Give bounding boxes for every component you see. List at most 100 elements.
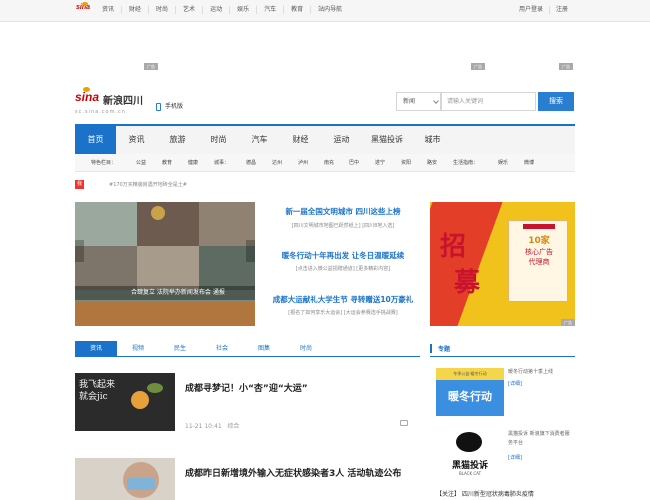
ad-tag[interactable]: 广告 [471,63,485,70]
main-nav-item[interactable]: 资讯 [116,126,157,154]
sub-nav-item[interactable]: 健康 [188,159,198,166]
top-nav-item[interactable]: 运动 [202,6,229,14]
special-topic-item[interactable]: 黑猫投诉 BLACK CAT 黑猫投诉 新浪旗下消费者服务平台 [详细] [436,430,575,482]
tab-video[interactable]: 视频 [117,341,159,356]
ad-tag: 广告 [561,319,575,326]
tab-news[interactable]: 资讯 [75,341,117,356]
special-topic-item[interactable]: 冬季公益·暖冬行动 暖冬行动 暖冬行动第十季上线 [详细] [436,368,575,418]
sub-nav-item[interactable]: 德昌 [246,159,256,166]
top-nav-item[interactable]: 站内导航 [310,6,349,14]
main-nav-item[interactable]: 时尚 [198,126,239,154]
slide-image [137,202,199,246]
sina-logo-text: sina [75,90,100,104]
main-nav-item[interactable]: 汽车 [239,126,280,154]
top-nav-item[interactable]: 娱乐 [229,6,256,14]
headline-title[interactable]: 成都大运献礼大学生节 寻转赠送10万豪礼 [262,294,424,305]
search-category-select[interactable]: 新闻 [396,92,442,111]
main-nav-item[interactable]: 财经 [280,126,321,154]
top-nav-item[interactable]: 时尚 [148,6,175,14]
news-thumbnail[interactable] [75,458,175,500]
tab-society[interactable]: 社会 [201,341,243,356]
news-item[interactable]: 我飞起来 就会jic 成都寻梦记！小“杏”迎“大运” 11-21 10:41 综… [75,373,420,433]
special-topics-header: 专题 [430,341,575,357]
apricot-image [131,391,149,409]
tab-livelihood[interactable]: 民生 [159,341,201,356]
news-title[interactable]: 成都昨日新增境外输入无症状感染者3人 活动轨迹公布 [185,466,401,479]
chevron-down-icon [433,98,439,104]
main-nav-item[interactable]: 城市 [412,126,453,154]
special-topic-desc: 黑猫投诉 新浪旗下消费者服务平台 [508,431,570,446]
headline-sub[interactable]: [点击进入微公益捐赠通道] [更多精彩内容] [262,265,424,272]
slide-caption[interactable]: 合肆复立 法院举办新闻发布会 通报 [75,286,255,300]
section-marker [430,344,432,353]
sina-eye-icon [82,2,88,6]
top-nav-item[interactable]: 艺术 [175,6,202,14]
special-topic-desc: 暖冬行动第十季上线 [508,369,554,375]
black-cat-icon [456,432,482,452]
sina-logo: sina [75,87,100,104]
login-link[interactable]: 用户登录 [513,6,549,14]
sub-nav-item[interactable]: 资阳 [401,159,411,166]
news-title[interactable]: 成都寻梦记！小“杏”迎“大运” [185,381,308,394]
follow-link[interactable]: 【关注】 四川新型冠状病毒肺炎疫情 [436,489,534,498]
search-input[interactable]: 请输入关键词 [440,92,536,111]
sub-nav-item[interactable]: 路安 [427,159,437,166]
sina-logo[interactable]: sina [76,2,94,16]
sub-nav-item[interactable]: 达州 [272,159,282,166]
court-emblem-image [151,206,165,220]
report-badge[interactable]: 我要爆料 [75,180,85,214]
sub-nav-item[interactable]: 公益 [136,159,146,166]
ad-tag[interactable]: 广告 [144,63,158,70]
ad-card-line: 代理商 [528,258,550,266]
news-item[interactable]: 成都昨日新增境外输入无症状感染者3人 活动轨迹公布 [75,458,420,500]
news-category[interactable]: 综合 [227,423,239,430]
sub-nav-item[interactable]: 巴中 [349,159,359,166]
special-topic-image[interactable]: 黑猫投诉 BLACK CAT [436,430,504,478]
photo-slider[interactable]: 合肆复立 法院举办新闻发布会 通报 [75,202,255,326]
main-nav-item[interactable]: 运动 [321,126,362,154]
site-logo[interactable]: sina 新浪四川 sc.sina.com.cn [75,87,155,120]
sub-nav-label: 特色栏目： [91,160,117,166]
tab-gallery[interactable]: 图集 [243,341,285,356]
headline-sub[interactable]: [报名了如何享乐大运会] [大运会参赛选手挑战赛] [262,309,424,316]
details-link[interactable]: [详细] [508,380,522,387]
slide-image [75,202,137,246]
sub-nav-item[interactable]: 微博 [524,159,534,166]
sub-nav-item[interactable]: 教育 [162,159,172,166]
top-nav-item[interactable]: 汽车 [256,6,283,14]
slide-thumbnail-strip[interactable] [75,302,255,326]
main-nav-item-home[interactable]: 首页 [75,126,116,154]
ad-big-text: 募 [454,268,481,298]
headline-title[interactable]: 暖冬行动十年再出发 让冬日温暖延续 [262,250,424,261]
details-link[interactable]: [详细] [508,454,522,461]
sub-nav-item[interactable]: 泸州 [298,159,308,166]
ad-card-line: 核心广告 [525,248,553,256]
sub-nav-item[interactable]: 娱乐 [498,159,508,166]
ad-banner[interactable]: 招 募 10家 核心广告 代理商 广告 [430,202,575,326]
register-link[interactable]: 注册 [548,6,574,14]
sina-eye-icon [83,87,90,92]
news-time: 11-21 10:41 [185,423,222,430]
headline-sub[interactable]: [四川文明城市地图已跃然纸上] [四川8地入选] [262,222,424,229]
top-nav-item[interactable]: 教育 [283,6,310,14]
site-name: 新浪四川 [103,96,143,107]
main-nav-item[interactable]: 黑猫投诉 [362,126,412,154]
search-button[interactable]: 搜索 [538,92,574,111]
sub-nav: 特色栏目： 公益 教育 健康 城事： 德昌 达州 泸州 南充 巴中 遂宁 资阳 … [75,154,575,172]
special-topic-image[interactable]: 冬季公益·暖冬行动 暖冬行动 [436,368,504,416]
main-nav-item[interactable]: 旅游 [157,126,198,154]
slider-prev-button[interactable] [75,240,84,262]
sub-nav-item[interactable]: 遂宁 [375,159,385,166]
headline-title[interactable]: 新一届全国文明城市 四川这些上榜 [262,206,424,217]
hot-topic-text[interactable]: #170万买精装房遇开地砖全是土# [109,181,187,188]
top-nav-item[interactable]: 财经 [121,6,148,14]
sub-nav-label: 城事： [214,160,230,166]
sub-nav-item[interactable]: 南充 [324,159,334,166]
news-thumbnail[interactable]: 我飞起来 就会jic [75,373,175,431]
tab-fashion[interactable]: 时尚 [285,341,327,356]
top-nav-item[interactable]: 资讯 [96,6,121,14]
mobile-version-link[interactable]: 手机版 [156,101,183,111]
comment-icon[interactable] [400,420,408,426]
ad-tag[interactable]: 广告 [559,63,573,70]
slider-next-button[interactable] [246,240,255,262]
